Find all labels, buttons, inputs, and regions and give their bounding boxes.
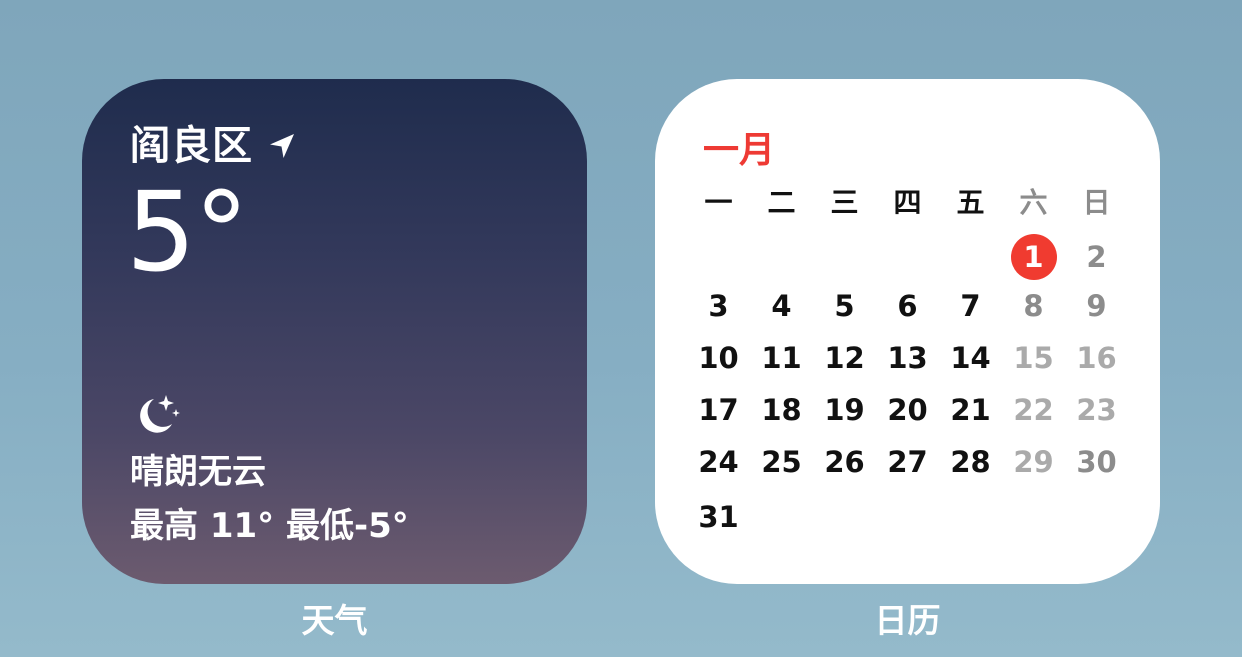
day-cell: 13 [887,341,928,375]
calendar-week: 24 25 26 27 28 29 30 [687,439,1128,485]
condition-text: 晴朗无云 [130,452,266,492]
day-cell: 18 [761,393,802,427]
day-cell: 24 [698,445,739,479]
weather-widget[interactable]: 阎良区 5° 晴朗无云 最高 11° 最低-5° [82,79,587,584]
day-cell: 12 [824,341,865,375]
day-cell: 16 [1076,341,1117,375]
day-cell: 20 [887,393,928,427]
day-cell: 26 [824,445,865,479]
day-cell: 6 [897,289,918,323]
moon-stars-icon [132,391,182,441]
today-day-number: 1 [1023,240,1044,274]
day-cell: 3 [708,289,729,323]
weekday-label: 二 [767,186,796,219]
day-cell: 31 [698,500,739,534]
high-low-temperature: 最高 11° 最低-5° [130,506,409,546]
day-cell: 7 [960,289,981,323]
weekday-label: 日 [1082,186,1111,219]
day-cell [750,234,813,280]
day-cell: 2 [1086,240,1107,274]
weekday-label: 六 [1019,186,1048,219]
location-name: 阎良区 [130,123,253,169]
calendar-week: 31 [687,494,1128,540]
day-cell: 4 [771,289,792,323]
day-cell: 9 [1086,289,1107,323]
day-cell [939,234,1002,280]
weather-widget-label: 天气 [301,601,368,640]
day-cell: 14 [950,341,991,375]
weekday-header: 一 二 三 四 五 六 日 [687,180,1128,226]
weekday-label: 三 [830,186,859,219]
day-cell: 30 [1076,445,1117,479]
weekday-label: 四 [893,186,922,219]
location-row: 阎良区 [130,121,297,171]
weekday-label: 五 [956,186,985,219]
location-arrow-icon [267,131,297,161]
day-cell: 28 [950,445,991,479]
calendar-week: 1 2 [687,234,1128,280]
weekday-label: 一 [704,186,733,219]
day-cell: 15 [1013,341,1054,375]
day-cell: 17 [698,393,739,427]
calendar-week: 17 18 19 20 21 22 23 [687,387,1128,433]
day-cell: 22 [1013,393,1054,427]
day-cell: 11 [761,341,802,375]
day-cell: 21 [950,393,991,427]
day-cell: 19 [824,393,865,427]
day-cell: 10 [698,341,739,375]
day-cell: 23 [1076,393,1117,427]
calendar-week: 10 11 12 13 14 15 16 [687,335,1128,381]
day-cell: 27 [887,445,928,479]
day-cell: 29 [1013,445,1054,479]
current-temperature: 5° [126,168,249,296]
month-name: 一月 [703,130,776,171]
day-cell: 5 [834,289,855,323]
calendar-widget[interactable]: 一月 一 二 三 四 五 六 日 1 2 3 4 5 6 7 8 9 10 11… [655,79,1160,584]
day-cell [876,234,939,280]
day-cell [813,234,876,280]
today-day-cell: 1 [1002,234,1065,280]
calendar-widget-label: 日历 [874,601,941,640]
day-cell: 25 [761,445,802,479]
day-cell [687,234,750,280]
day-cell: 8 [1023,289,1044,323]
calendar-week: 3 4 5 6 7 8 9 [687,283,1128,329]
